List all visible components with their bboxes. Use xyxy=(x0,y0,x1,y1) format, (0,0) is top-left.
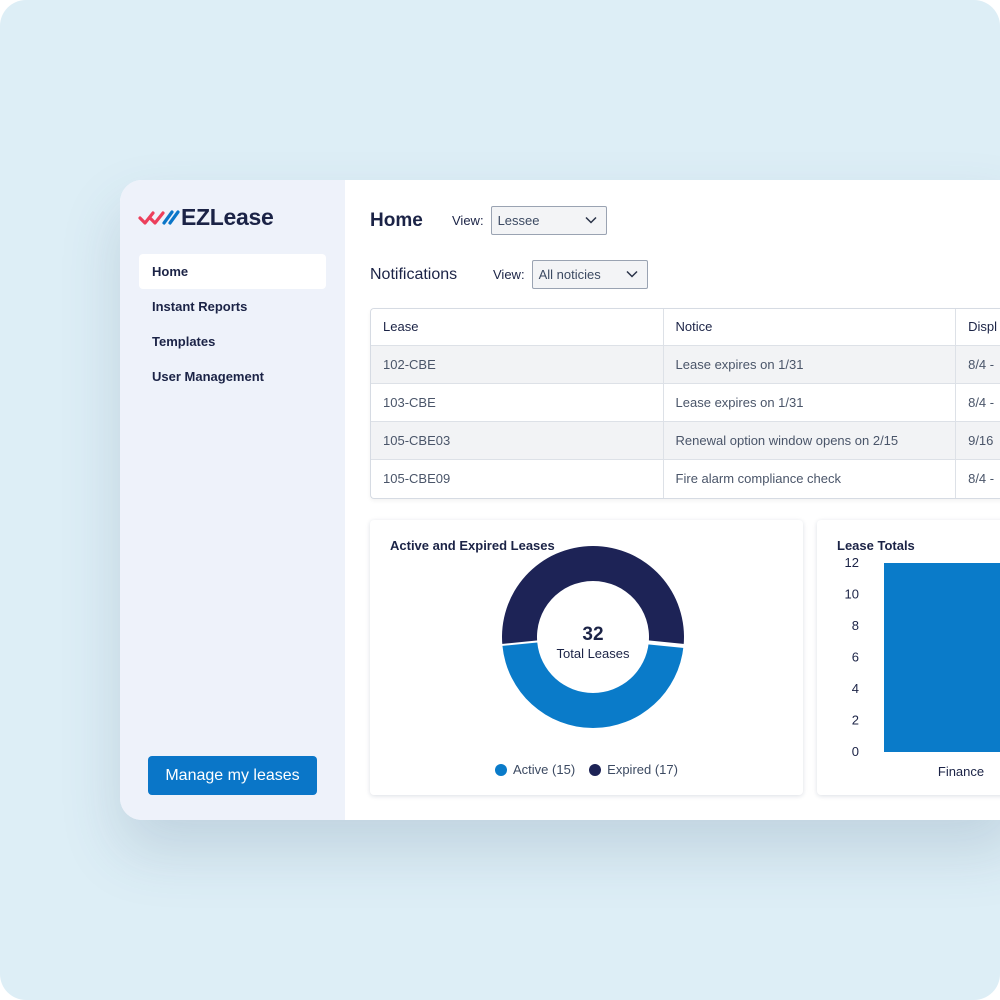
table-header-row: Lease Notice Displ xyxy=(371,309,1000,346)
bar-finance[interactable] xyxy=(884,563,1000,752)
y-tick-label: 8 xyxy=(852,618,859,633)
view-label: View: xyxy=(452,213,484,228)
notices-select[interactable]: All noticies xyxy=(531,260,648,289)
sidebar-nav: Home Instant Reports Templates User Mana… xyxy=(139,254,326,394)
sidebar-item-instant-reports[interactable]: Instant Reports xyxy=(139,289,326,324)
app-window: EZLease Home Instant Reports Templates U… xyxy=(120,180,1000,820)
manage-leases-button[interactable]: Manage my leases xyxy=(148,756,317,795)
y-tick-label: 0 xyxy=(852,744,859,759)
chevron-down-icon xyxy=(585,216,597,224)
y-tick-label: 4 xyxy=(852,681,859,696)
donut-chart: 32Total Leases xyxy=(500,545,686,728)
view-select[interactable]: Lessee xyxy=(490,206,607,235)
legend-dot-active xyxy=(495,763,508,776)
table-row[interactable]: 103-CBE Lease expires on 1/31 8/4 - xyxy=(371,384,1000,422)
column-header-display[interactable]: Displ xyxy=(956,309,1000,345)
bar-chart: 0 2 4 6 8 10 12 Finance xyxy=(845,555,1000,779)
logo-check-icon xyxy=(138,209,180,225)
notifications-table: Lease Notice Displ 102-CBE Lease expires… xyxy=(370,308,1000,499)
y-tick-label: 10 xyxy=(845,587,859,602)
table-row[interactable]: 105-CBE09 Fire alarm compliance check 8/… xyxy=(371,460,1000,498)
column-header-lease[interactable]: Lease xyxy=(371,309,664,345)
cell-notice: Lease expires on 1/31 xyxy=(664,346,957,383)
cell-lease: 105-CBE09 xyxy=(371,460,664,498)
page-header: Home View: Lessee xyxy=(370,206,607,235)
cell-lease: 105-CBE03 xyxy=(371,422,664,459)
sidebar-item-templates[interactable]: Templates xyxy=(139,324,326,359)
cell-display: 8/4 - xyxy=(968,395,995,410)
donut-center-label: Total Leases xyxy=(557,646,630,661)
column-header-notice[interactable]: Notice xyxy=(664,309,957,345)
cell-lease: 102-CBE xyxy=(371,346,664,383)
backdrop: EZLease Home Instant Reports Templates U… xyxy=(0,0,1000,1000)
y-tick-label: 12 xyxy=(845,555,859,570)
table-row[interactable]: 102-CBE Lease expires on 1/31 8/4 - xyxy=(371,346,1000,384)
cell-lease: 103-CBE xyxy=(371,384,664,421)
legend-label-active: Active (15) xyxy=(513,762,576,777)
donut-center-value: 32 xyxy=(582,624,603,645)
lease-totals-card: Lease Totals 0 2 4 6 8 10 12 Finance xyxy=(817,520,1000,795)
notices-select-value: All noticies xyxy=(538,267,601,282)
donut-legend: Active (15) Expired (17) xyxy=(370,762,803,777)
notices-view-label: View: xyxy=(493,267,525,282)
legend-label-expired: Expired (17) xyxy=(607,762,678,777)
logo: EZLease xyxy=(138,204,274,231)
leases-donut-card: Active and Expired Leases 32 Total Leases… xyxy=(370,520,803,795)
legend-item-expired[interactable]: Expired (17) xyxy=(589,762,678,777)
view-select-value: Lessee xyxy=(497,213,540,228)
chevron-down-icon xyxy=(626,270,638,278)
y-tick-label: 2 xyxy=(852,713,859,728)
cell-notice: Renewal option window opens on 2/15 xyxy=(664,422,957,459)
legend-dot-expired xyxy=(589,763,602,776)
cell-notice: Fire alarm compliance check xyxy=(664,460,957,498)
cell-display: 8/4 - xyxy=(968,471,995,486)
table-row[interactable]: 105-CBE03 Renewal option window opens on… xyxy=(371,422,1000,460)
cell-display: 9/16 xyxy=(968,433,994,448)
main-content: Home View: Lessee Notifications View: Al… xyxy=(345,180,1000,820)
x-tick-label: Finance xyxy=(938,764,984,779)
cell-notice: Lease expires on 1/31 xyxy=(664,384,957,421)
sidebar: EZLease Home Instant Reports Templates U… xyxy=(120,180,345,820)
sidebar-item-home[interactable]: Home xyxy=(139,254,326,289)
legend-item-active[interactable]: Active (15) xyxy=(495,762,575,777)
cell-display: 8/4 - xyxy=(968,357,995,372)
app-name: EZLease xyxy=(181,204,274,230)
page-title: Home xyxy=(370,209,423,231)
sidebar-item-user-management[interactable]: User Management xyxy=(139,359,326,394)
notifications-title: Notifications xyxy=(370,265,458,283)
y-tick-label: 6 xyxy=(852,650,859,665)
notifications-header: Notifications View: All noticies xyxy=(370,260,648,289)
